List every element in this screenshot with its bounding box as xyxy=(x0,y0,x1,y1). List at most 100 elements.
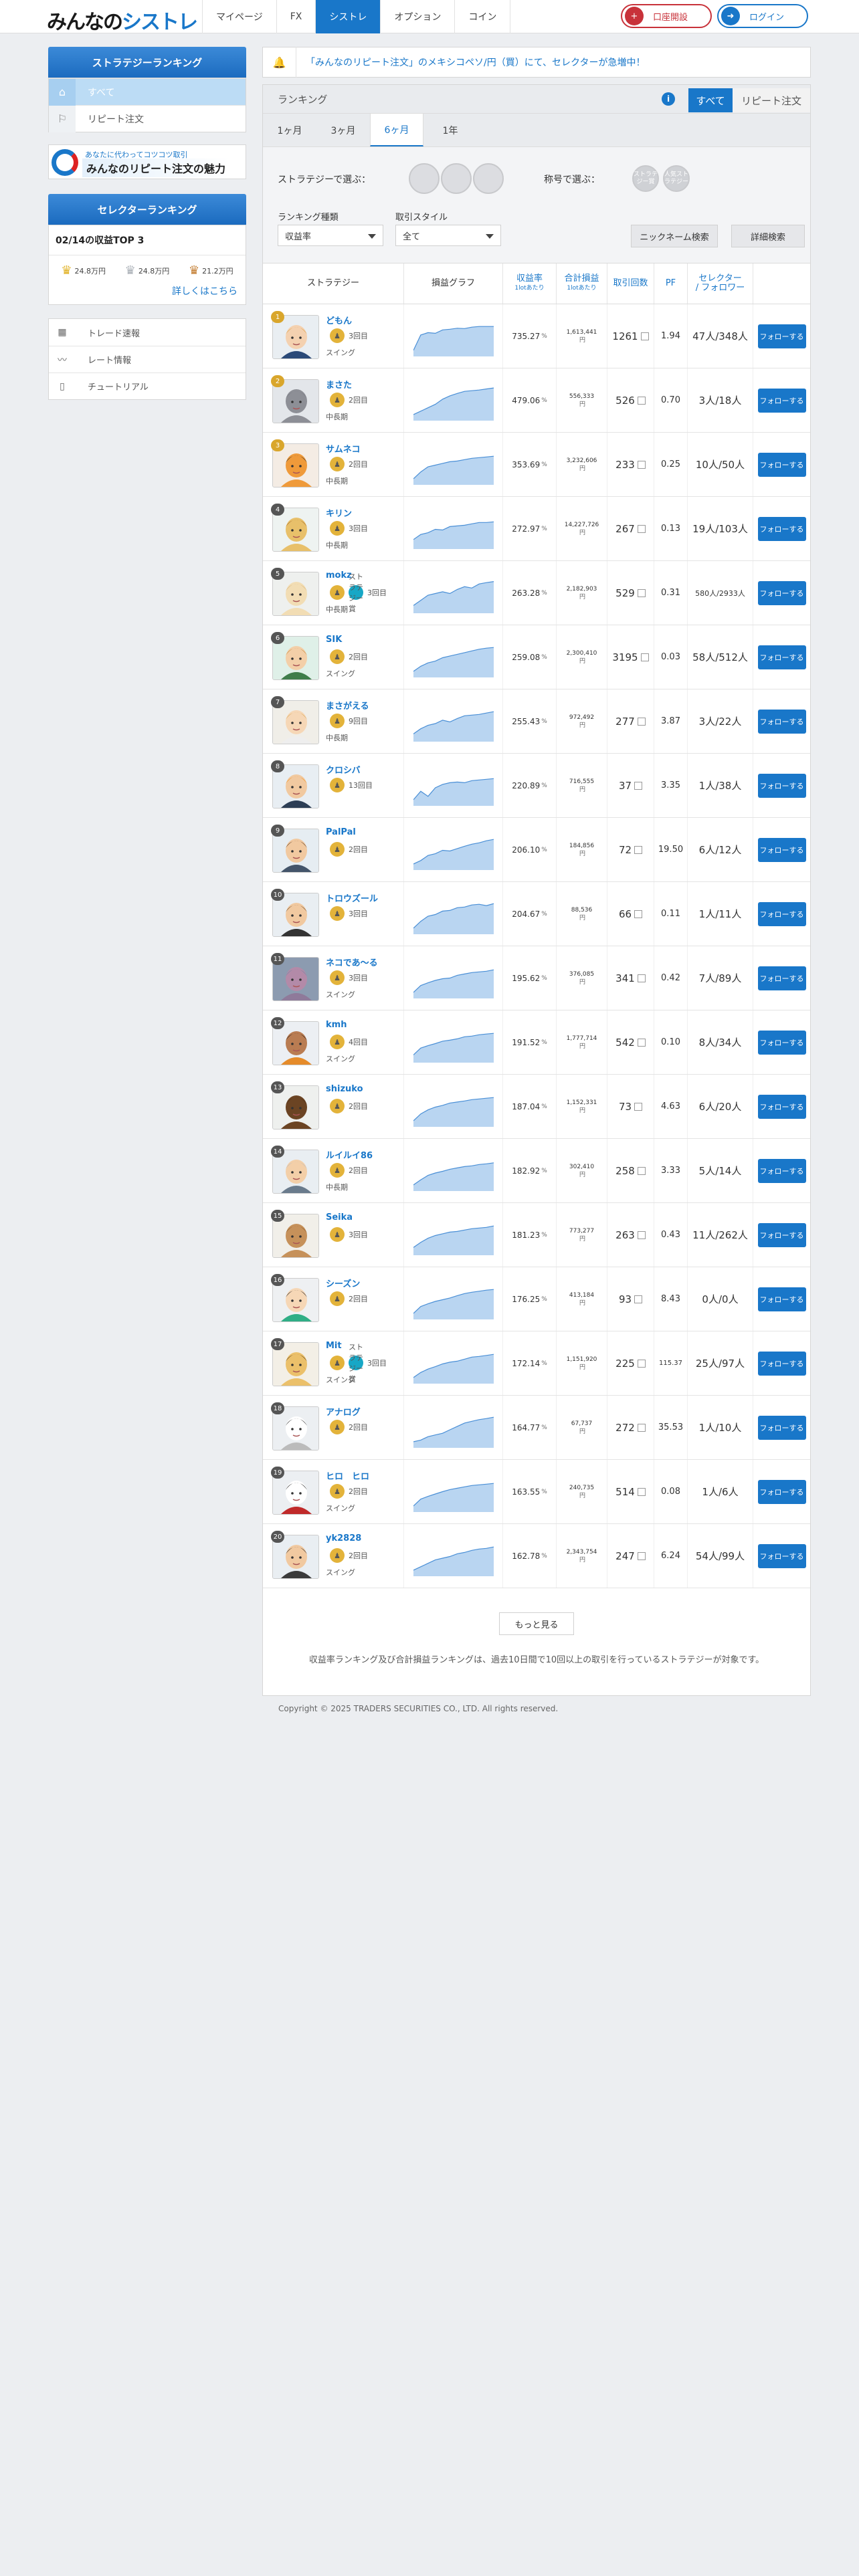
follow-button[interactable]: フォローする xyxy=(757,1543,806,1568)
follow-button[interactable]: フォローする xyxy=(757,773,806,798)
table-row[interactable]: 11 ネコであ～る ♟ 3回目 スイング 195.62 % 376,085 円 … xyxy=(263,946,810,1010)
ranking-type-select[interactable]: 収益率 xyxy=(278,225,383,246)
strategy-name[interactable]: Seika xyxy=(326,1212,353,1222)
detail-search-button[interactable]: 詳細検索 xyxy=(731,225,805,247)
repeat-order-banner[interactable]: あなたに代わってコツコツ取引 みんなのリピート注文の魅力 xyxy=(48,144,246,179)
link-rate-info[interactable]: 〰 レート情報 xyxy=(49,346,246,372)
profit-graph[interactable] xyxy=(403,1203,502,1267)
nav-option[interactable]: オプション xyxy=(380,0,454,33)
follow-button[interactable]: フォローする xyxy=(757,966,806,990)
table-row[interactable]: 6 SIK ♟ 2回目 スイング 259.08 % 2,300,410 円 31… xyxy=(263,625,810,689)
table-row[interactable]: 9 PalPal ♟ 2回目 206.10 % 184,856 円 72 19.… xyxy=(263,818,810,882)
strategy-name[interactable]: kmh xyxy=(326,1020,347,1030)
nav-systre[interactable]: シストレ xyxy=(315,0,381,33)
follow-button[interactable]: フォローする xyxy=(757,1094,806,1119)
logo[interactable]: みんなのシストレ xyxy=(47,5,198,35)
nav-coin[interactable]: コイン xyxy=(454,0,511,33)
follow-button[interactable]: フォローする xyxy=(757,452,806,477)
strategy-name[interactable]: ルイルイ86 xyxy=(326,1148,373,1161)
strategy-name[interactable]: まさた xyxy=(326,378,352,391)
follow-button[interactable]: フォローする xyxy=(757,837,806,862)
profit-graph[interactable] xyxy=(403,689,502,753)
strategy-name[interactable]: クロシバ xyxy=(326,763,361,776)
nav-fx[interactable]: FX xyxy=(276,0,316,33)
nickname-search-button[interactable]: ニックネーム検索 xyxy=(631,225,718,247)
sidebar-item-all[interactable]: ⌂ すべて xyxy=(49,78,246,106)
profit-graph[interactable] xyxy=(403,818,502,881)
strategy-name[interactable]: Mit xyxy=(326,1341,342,1351)
profit-graph[interactable] xyxy=(403,561,502,625)
building-filter-icon[interactable] xyxy=(441,163,472,194)
table-row[interactable]: 2 まさた ♟ 2回目 中長期 479.06 % 556,333 円 526 0… xyxy=(263,368,810,433)
period-1y[interactable]: 1年 xyxy=(423,114,477,146)
selector-more-link[interactable]: 詳しくはこちら xyxy=(49,282,246,304)
cell-trades[interactable]: 225 xyxy=(607,1331,654,1395)
cell-trades[interactable]: 277 xyxy=(607,689,654,753)
period-1m[interactable]: 1ヶ月 xyxy=(263,114,316,146)
strategy-name[interactable]: mokz xyxy=(326,570,352,580)
notice-bar[interactable]: 🔔 「みんなのリピート注文」のメキシコペソ/円（買）にて、セレクターが急増中！ xyxy=(262,47,811,78)
table-row[interactable]: 12 kmh ♟ 4回目 スイング 191.52 % 1,777,714 円 5… xyxy=(263,1010,810,1075)
table-row[interactable]: 19 ヒロ ヒロ ♟ 2回目 スイング 163.55 % 240,735 円 5… xyxy=(263,1460,810,1524)
cell-trades[interactable]: 263 xyxy=(607,1203,654,1267)
popular-badge-filter[interactable]: 人気ストラテジー xyxy=(663,165,690,192)
login-button[interactable]: ➜ ログイン xyxy=(717,4,808,28)
profit-graph[interactable] xyxy=(403,368,502,432)
trade-style-select[interactable]: 全て xyxy=(395,225,501,246)
tab-repeat-order[interactable]: リピート注文 xyxy=(733,88,810,112)
nav-mypage[interactable]: マイページ xyxy=(202,0,276,33)
strategy-name[interactable]: どもん xyxy=(326,314,352,326)
profit-graph[interactable] xyxy=(403,433,502,496)
follow-button[interactable]: フォローする xyxy=(757,1158,806,1183)
cell-trades[interactable]: 73 xyxy=(607,1075,654,1138)
follow-button[interactable]: フォローする xyxy=(757,516,806,541)
tab-all[interactable]: すべて xyxy=(688,88,733,112)
cell-trades[interactable]: 258 xyxy=(607,1139,654,1202)
cell-trades[interactable]: 1261 xyxy=(607,304,654,368)
profit-graph[interactable] xyxy=(403,1139,502,1202)
table-row[interactable]: 13 shizuko ♟ 2回目 187.04 % 1,152,331 円 73… xyxy=(263,1075,810,1139)
open-account-button[interactable]: + 口座開設 xyxy=(621,4,712,28)
profit-graph[interactable] xyxy=(403,1010,502,1074)
table-row[interactable]: 3 サムネコ ♟ 2回目 中長期 353.69 % 3,232,606 円 23… xyxy=(263,433,810,497)
th-selector[interactable]: セレクター / フォロワー xyxy=(687,263,753,304)
strategy-name[interactable]: アナログ xyxy=(326,1405,361,1418)
table-row[interactable]: 10 トロウズール ♟ 3回目 204.67 % 88,536 円 66 0.1… xyxy=(263,882,810,946)
person-filter-icon[interactable] xyxy=(409,163,440,194)
cell-trades[interactable]: 267 xyxy=(607,497,654,560)
cell-trades[interactable]: 37 xyxy=(607,754,654,817)
table-row[interactable]: 15 Seika ♟ 3回目 181.23 % 773,277 円 263 0.… xyxy=(263,1203,810,1267)
strategy-name[interactable]: ネコであ～る xyxy=(326,956,378,968)
strategy-name[interactable]: まさがえる xyxy=(326,699,369,712)
cell-trades[interactable]: 233 xyxy=(607,433,654,496)
cell-trades[interactable]: 272 xyxy=(607,1396,654,1459)
cell-trades[interactable]: 72 xyxy=(607,818,654,881)
follow-button[interactable]: フォローする xyxy=(757,1030,806,1055)
profit-graph[interactable] xyxy=(403,1460,502,1523)
cell-trades[interactable]: 93 xyxy=(607,1267,654,1331)
period-3m[interactable]: 3ヶ月 xyxy=(316,114,370,146)
profit-graph[interactable] xyxy=(403,1524,502,1588)
follow-button[interactable]: フォローする xyxy=(757,1415,806,1440)
info-icon[interactable]: i xyxy=(662,92,675,106)
follow-button[interactable]: フォローする xyxy=(757,1479,806,1504)
award-badge-filter[interactable]: ストラテジー賞 xyxy=(632,165,659,192)
profit-graph[interactable] xyxy=(403,754,502,817)
table-row[interactable]: 7 まさがえる ♟ 9回目 中長期 255.43 % 972,492 円 277… xyxy=(263,689,810,754)
profit-graph[interactable] xyxy=(403,1075,502,1138)
cell-trades[interactable]: 341 xyxy=(607,946,654,1010)
follow-button[interactable]: フォローする xyxy=(757,645,806,669)
follow-button[interactable]: フォローする xyxy=(757,709,806,734)
th-profit[interactable]: 合計損益 1lotあたり xyxy=(556,263,607,304)
table-row[interactable]: 18 アナログ ♟ 2回目 164.77 % 67,737 円 272 35.5… xyxy=(263,1396,810,1460)
period-6m[interactable]: 6ヶ月 xyxy=(370,114,423,146)
cell-trades[interactable]: 514 xyxy=(607,1460,654,1523)
cell-trades[interactable]: 247 xyxy=(607,1524,654,1588)
strategy-name[interactable]: shizuko xyxy=(326,1084,363,1094)
strategy-name[interactable]: SIK xyxy=(326,635,342,645)
follow-button[interactable]: フォローする xyxy=(757,1351,806,1376)
profit-graph[interactable] xyxy=(403,304,502,368)
cell-trades[interactable]: 3195 xyxy=(607,625,654,689)
profit-graph[interactable] xyxy=(403,1396,502,1459)
sidebar-item-repeat[interactable]: ⚐ リピート注文 xyxy=(49,105,246,132)
